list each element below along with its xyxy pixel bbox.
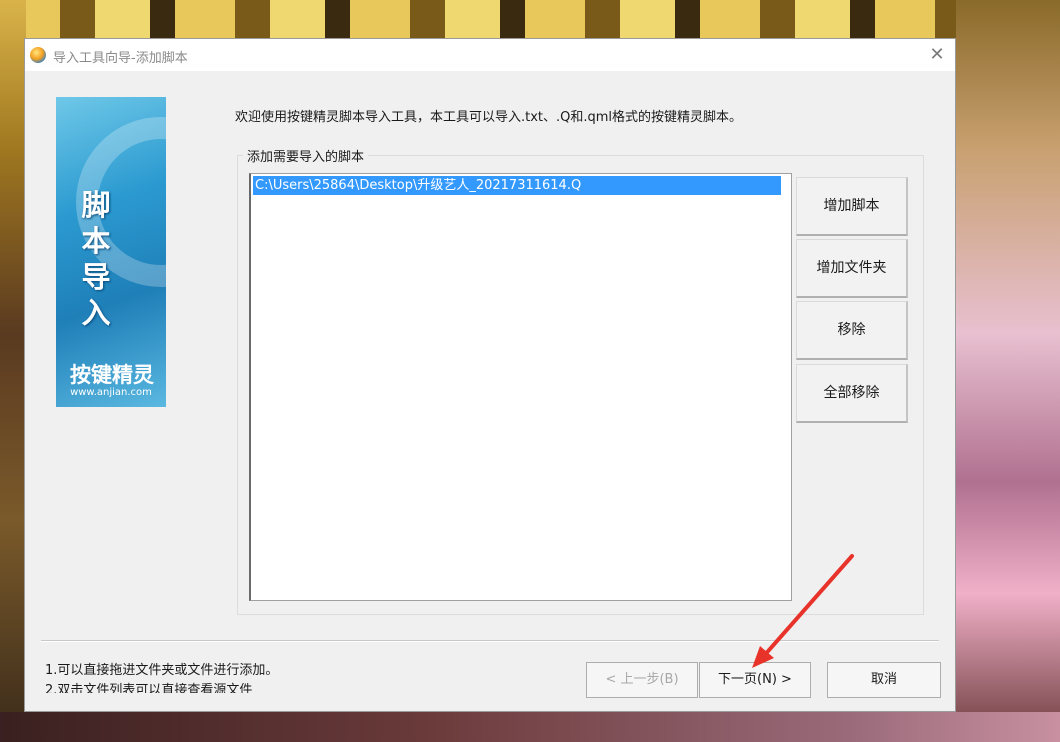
annotation-arrow <box>752 554 854 668</box>
